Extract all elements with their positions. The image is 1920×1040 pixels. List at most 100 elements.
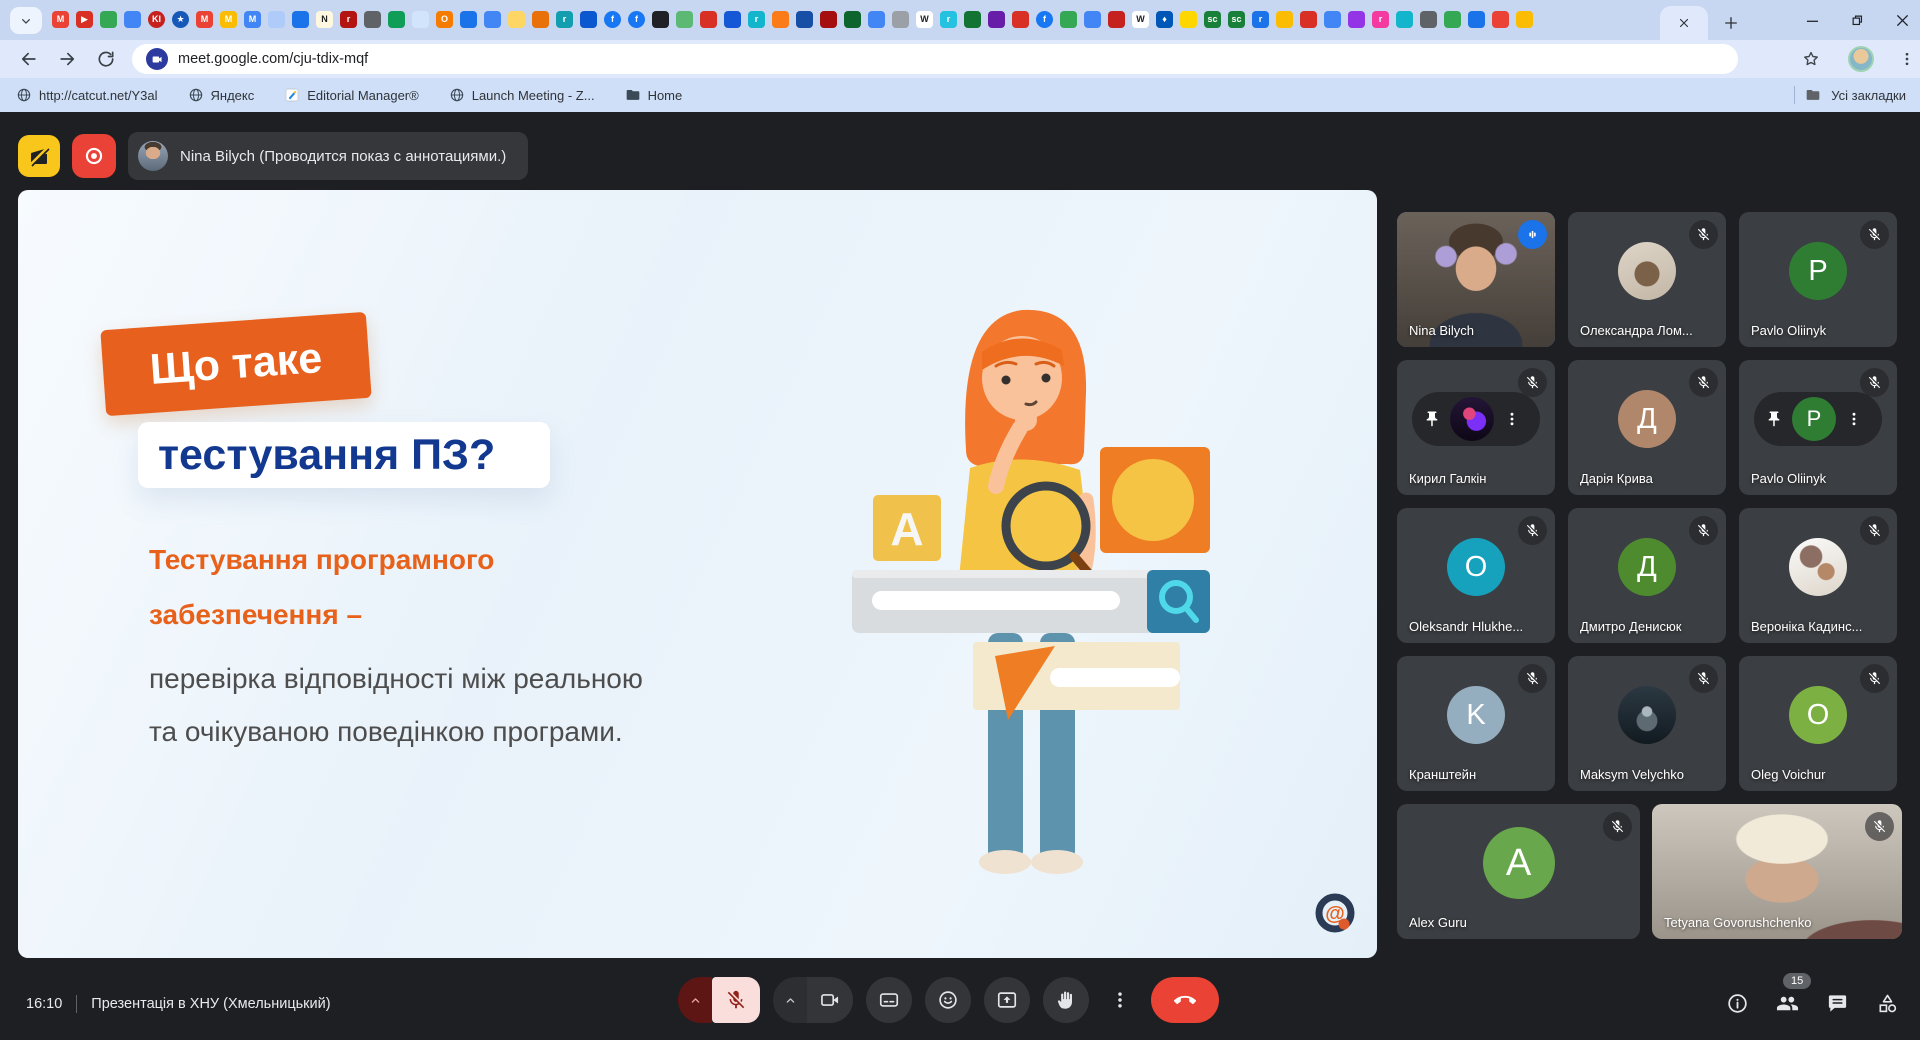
- pin-icon[interactable]: [1765, 410, 1783, 428]
- bookmark-item[interactable]: Editorial Manager®: [284, 87, 418, 103]
- tab-favicon[interactable]: [868, 11, 885, 28]
- tab-favicon[interactable]: [580, 11, 597, 28]
- tab-favicon[interactable]: sc: [1204, 11, 1221, 28]
- tab-favicon[interactable]: [1276, 11, 1293, 28]
- tab-favicon[interactable]: W: [916, 11, 933, 28]
- participant-tile[interactable]: AAlex Guru: [1397, 804, 1640, 939]
- participant-tile[interactable]: OOleg Voichur: [1739, 656, 1897, 791]
- forward-button[interactable]: [54, 46, 80, 72]
- tab-favicon[interactable]: [844, 11, 861, 28]
- tab-favicon[interactable]: [1492, 11, 1509, 28]
- close-window-icon[interactable]: [1893, 11, 1912, 30]
- tab-favicon[interactable]: M: [244, 11, 261, 28]
- tab-favicon[interactable]: r: [748, 11, 765, 28]
- browser-profile-avatar[interactable]: [1848, 46, 1874, 72]
- tab-favicon[interactable]: M: [196, 11, 213, 28]
- more-icon[interactable]: [1503, 410, 1521, 428]
- recording-button[interactable]: [72, 134, 116, 178]
- chat-panel-button[interactable]: [1824, 990, 1850, 1016]
- tab-favicon[interactable]: [772, 11, 789, 28]
- tab-favicon[interactable]: [988, 11, 1005, 28]
- shared-presentation[interactable]: Що таке тестування ПЗ? Тестування програ…: [18, 190, 1377, 958]
- tab-favicon[interactable]: [1084, 11, 1101, 28]
- tab-favicon[interactable]: [1348, 11, 1365, 28]
- more-icon[interactable]: [1845, 410, 1863, 428]
- tab-favicon[interactable]: [412, 11, 429, 28]
- presenter-banner[interactable]: Nina Bilych (Проводится показ с аннотаци…: [128, 132, 528, 180]
- camera-options-button[interactable]: [773, 977, 807, 1023]
- pinned-tabs[interactable]: M▶KI★MMMNrOrffrWrfW♦scscrr: [52, 11, 1533, 28]
- annotations-off-button[interactable]: [18, 135, 60, 177]
- new-tab-button[interactable]: [1718, 10, 1744, 36]
- camera-button[interactable]: [807, 977, 853, 1023]
- present-screen-button[interactable]: [984, 977, 1030, 1023]
- tab-favicon[interactable]: [1324, 11, 1341, 28]
- bookmark-item[interactable]: http://catcut.net/Y3al: [16, 87, 158, 103]
- browser-menu-button[interactable]: [1894, 46, 1920, 72]
- tab-favicon[interactable]: [1468, 11, 1485, 28]
- tab-favicon[interactable]: [508, 11, 525, 28]
- tab-favicon[interactable]: r: [940, 11, 957, 28]
- tab-favicon[interactable]: [1108, 11, 1125, 28]
- all-bookmarks-button[interactable]: Усі закладки: [1794, 78, 1906, 112]
- tab-favicon[interactable]: [1444, 11, 1461, 28]
- participant-tile[interactable]: Вероніка Кадинс...: [1739, 508, 1897, 643]
- info-panel-button[interactable]: [1724, 990, 1750, 1016]
- tab-favicon[interactable]: [820, 11, 837, 28]
- tab-favicon[interactable]: [1516, 11, 1533, 28]
- tab-favicon[interactable]: O: [436, 11, 453, 28]
- participant-tile[interactable]: ДДмитро Денисюк: [1568, 508, 1726, 643]
- tab-favicon[interactable]: W: [1132, 11, 1149, 28]
- reload-button[interactable]: [93, 46, 119, 72]
- raise-hand-button[interactable]: [1043, 977, 1089, 1023]
- participant-tile[interactable]: PPavlo Oliinyk: [1739, 212, 1897, 347]
- tab-favicon[interactable]: [460, 11, 477, 28]
- tab-favicon[interactable]: ★: [172, 11, 189, 28]
- captions-button[interactable]: [866, 977, 912, 1023]
- tile-hover-actions[interactable]: [1412, 392, 1540, 446]
- tab-favicon[interactable]: [100, 11, 117, 28]
- tab-favicon[interactable]: [1420, 11, 1437, 28]
- bookmark-item[interactable]: Launch Meeting - Z...: [449, 87, 595, 103]
- tab-favicon[interactable]: [1300, 11, 1317, 28]
- participant-tile[interactable]: Tetyana Govorushchenko: [1652, 804, 1902, 939]
- more-options-button[interactable]: [1102, 977, 1138, 1023]
- tab-favicon[interactable]: [700, 11, 717, 28]
- tab-favicon[interactable]: [124, 11, 141, 28]
- tab-favicon[interactable]: f: [628, 11, 645, 28]
- participant-tile[interactable]: ДДарія Крива: [1568, 360, 1726, 495]
- participant-tile[interactable]: OOleksandr Hlukhe...: [1397, 508, 1555, 643]
- tab-favicon[interactable]: ♦: [1156, 11, 1173, 28]
- tab-search-button[interactable]: [10, 7, 42, 34]
- shapes-panel-button[interactable]: [1874, 990, 1900, 1016]
- tab-favicon[interactable]: [532, 11, 549, 28]
- tab-favicon[interactable]: [388, 11, 405, 28]
- address-bar[interactable]: meet.google.com/cju-tdix-mqf: [132, 44, 1738, 74]
- minimize-icon[interactable]: [1803, 11, 1822, 30]
- bookmark-item[interactable]: Home: [625, 87, 683, 103]
- participant-tile[interactable]: Кирил Галкін: [1397, 360, 1555, 495]
- tab-favicon[interactable]: [484, 11, 501, 28]
- reactions-button[interactable]: [925, 977, 971, 1023]
- participant-tile[interactable]: Maksym Velychko: [1568, 656, 1726, 791]
- tab-favicon[interactable]: [1180, 11, 1197, 28]
- participant-tile[interactable]: KКранштейн: [1397, 656, 1555, 791]
- bookmark-item[interactable]: Яндекс: [188, 87, 255, 103]
- pin-icon[interactable]: [1423, 410, 1441, 428]
- back-button[interactable]: [16, 46, 42, 72]
- tab-favicon[interactable]: KI: [148, 11, 165, 28]
- tab-favicon[interactable]: r: [340, 11, 357, 28]
- end-call-button[interactable]: [1151, 977, 1219, 1023]
- active-tab[interactable]: [1660, 6, 1708, 40]
- people-panel-button[interactable]: 15: [1774, 990, 1800, 1016]
- tab-favicon[interactable]: [1396, 11, 1413, 28]
- tab-favicon[interactable]: [964, 11, 981, 28]
- tab-favicon[interactable]: f: [1036, 11, 1053, 28]
- restore-icon[interactable]: [1848, 11, 1867, 30]
- mute-microphone-button[interactable]: [712, 977, 760, 1023]
- tab-favicon[interactable]: [892, 11, 909, 28]
- tab-favicon[interactable]: [724, 11, 741, 28]
- tab-favicon[interactable]: sc: [1228, 11, 1245, 28]
- tile-hover-actions[interactable]: P: [1754, 392, 1882, 446]
- tab-favicon[interactable]: f: [604, 11, 621, 28]
